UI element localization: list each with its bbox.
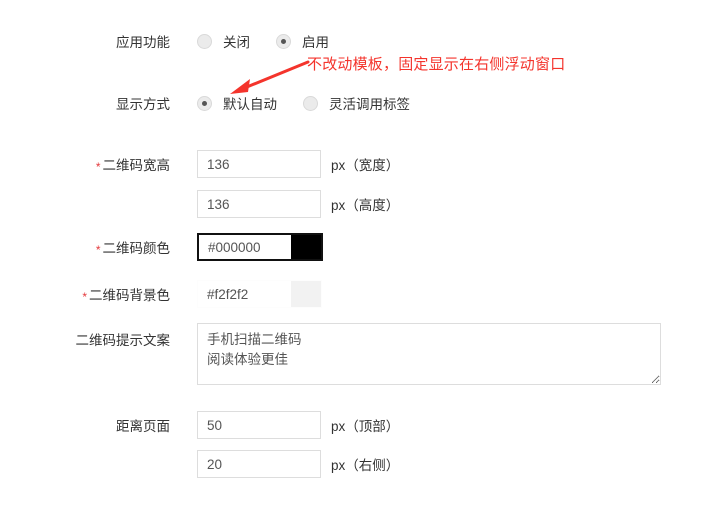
form-row-page-distance-right: px（右侧） [0, 450, 711, 478]
label-qrcode-bgcolor-text: 二维码背景色 [89, 288, 170, 303]
form-row-qrcode-height: px（高度） [0, 190, 711, 218]
required-asterisk: * [95, 243, 101, 257]
page-distance-top-input[interactable] [197, 411, 321, 439]
radio-display-mode-tag[interactable]: 灵活调用标签 [303, 93, 410, 113]
qrcode-bgcolor-input[interactable] [198, 281, 291, 307]
form-row-app-function: 应用功能 关闭 启用 [0, 27, 711, 55]
page-distance-right-input[interactable] [197, 450, 321, 478]
form-row-qrcode-width: *二维码宽高 px（宽度） [0, 150, 711, 178]
radio-circle-icon[interactable] [303, 95, 318, 111]
qrcode-tip-textarea[interactable] [197, 323, 661, 385]
qrcode-bgcolor-field[interactable] [197, 280, 322, 308]
label-qrcode-color: * 二维码颜色 [0, 237, 170, 257]
radio-label-auto: 默认自动 [223, 97, 277, 112]
unit-qrcode-height: px（高度） [331, 198, 400, 213]
form-row-qrcode-bgcolor: * 二维码背景色 [0, 280, 711, 308]
radio-app-function-on[interactable]: 启用 [276, 31, 329, 51]
label-qrcode-size-text: 二维码宽高 [102, 158, 171, 173]
qrcode-color-input[interactable] [199, 235, 291, 259]
radio-group-display-mode: 默认自动 灵活调用标签 [197, 93, 436, 113]
label-qrcode-tip: 二维码提示文案 [75, 333, 171, 348]
radio-group-app-function: 关闭 启用 [197, 31, 355, 51]
radio-label-tag: 灵活调用标签 [329, 97, 410, 112]
radio-circle-checked-icon[interactable] [197, 95, 212, 111]
radio-display-mode-auto[interactable]: 默认自动 [197, 93, 277, 113]
radio-circle-checked-icon[interactable] [276, 33, 291, 49]
label-qrcode-bgcolor: * 二维码背景色 [0, 284, 170, 304]
qrcode-bgcolor-swatch[interactable] [291, 281, 321, 307]
required-asterisk: * [82, 290, 87, 304]
qrcode-color-field[interactable] [197, 233, 323, 261]
annotation-text: 不改动模板，固定显示在右侧浮动窗口 [307, 56, 566, 73]
required-asterisk: * [95, 160, 101, 174]
qrcode-height-input[interactable] [197, 190, 321, 218]
label-qrcode-size: * 二维码宽高 [0, 154, 170, 174]
radio-label-off: 关闭 [223, 35, 250, 50]
label-app-function: 应用功能 [116, 35, 170, 50]
radio-label-on: 启用 [302, 35, 329, 50]
qrcode-color-swatch[interactable] [291, 235, 321, 259]
label-qrcode-color-text: 二维码颜色 [102, 241, 171, 256]
qrcode-settings-form: 应用功能 关闭 启用 显示方式 默认自动 灵活调用标签 * 二维码宽高 136 … [0, 0, 711, 510]
unit-page-distance-top: px（顶部） [331, 419, 400, 434]
radio-app-function-off[interactable]: 关闭 [197, 31, 250, 51]
label-display-mode: 显示方式 [116, 97, 170, 112]
form-row-display-mode: 显示方式 默认自动 灵活调用标签 [0, 89, 711, 117]
label-page-distance: 距离页面 [116, 419, 170, 434]
unit-qrcode-width: px（宽度） [331, 158, 400, 173]
form-row-qrcode-color: * 二维码颜色 [0, 233, 711, 261]
qrcode-width-input[interactable] [197, 150, 321, 178]
form-row-page-distance-top: 距离页面 px（顶部） [0, 411, 711, 439]
unit-page-distance-right: px（右侧） [331, 458, 400, 473]
radio-circle-icon[interactable] [197, 33, 212, 49]
form-row-qrcode-tip: 二维码提示文案 [0, 323, 711, 385]
